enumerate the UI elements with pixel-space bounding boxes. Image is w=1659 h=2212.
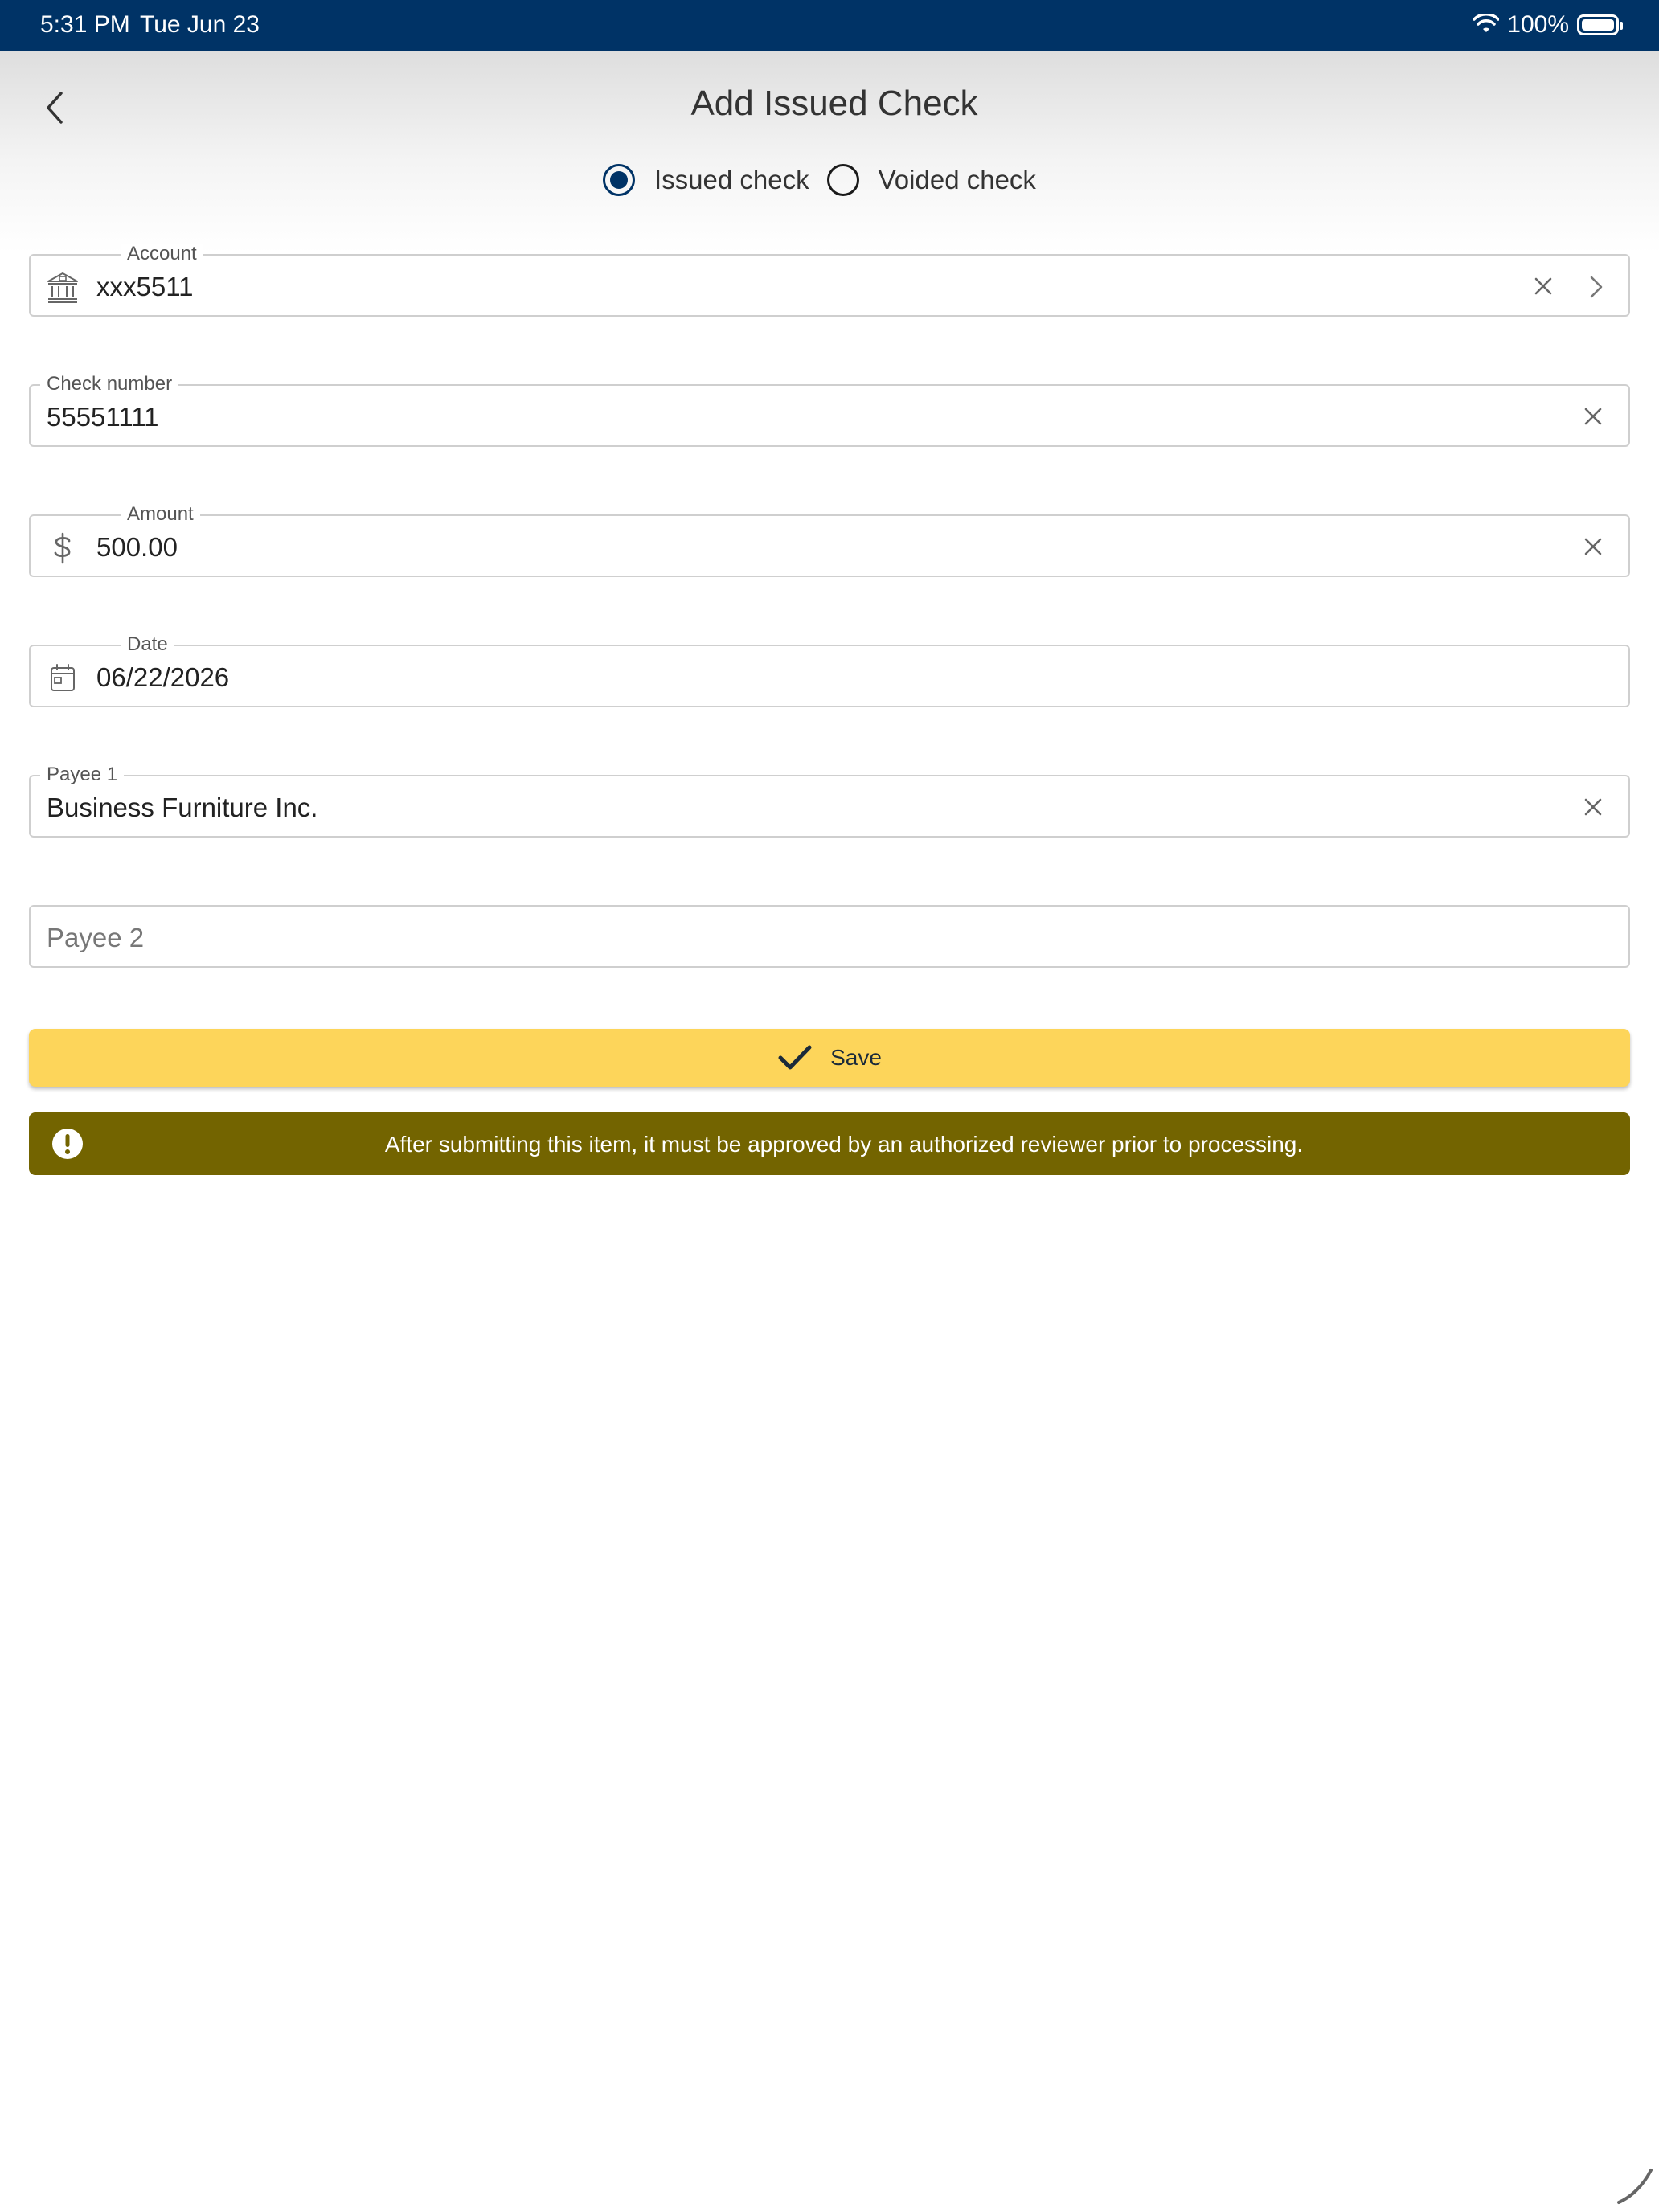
- payee1-value: Business Furniture Inc.: [47, 793, 318, 822]
- check-number-label: Check number: [40, 375, 179, 394]
- clear-check-number-icon[interactable]: [1582, 405, 1604, 428]
- date-label: Date: [121, 635, 174, 654]
- save-label: Save: [830, 1045, 882, 1070]
- payee1-label: Payee 1: [40, 765, 125, 784]
- radio-voided-check[interactable]: Voided check: [826, 164, 1036, 196]
- notice-text: After submitting this item, it must be a…: [384, 1132, 1304, 1157]
- amount-field[interactable]: Amount 500.00: [29, 505, 1630, 577]
- corner-arc-icon: [1617, 2169, 1653, 2204]
- amount-label: Amount: [121, 505, 200, 524]
- check-number-field[interactable]: Check number 55551111: [29, 375, 1630, 447]
- battery-percent: 100%: [1507, 11, 1569, 38]
- clear-amount-icon[interactable]: [1582, 535, 1604, 558]
- chevron-right-icon[interactable]: [1587, 273, 1606, 301]
- radio-unselected-icon: [826, 164, 859, 196]
- date-field[interactable]: Date 06/22/2026: [29, 635, 1630, 707]
- radio-issued-check[interactable]: Issued check: [603, 164, 809, 196]
- battery-icon: [1577, 14, 1623, 35]
- wifi-icon: [1473, 14, 1500, 32]
- page-title: Add Issued Check: [690, 84, 978, 123]
- radio-issued-label: Issued check: [654, 165, 809, 195]
- date-value: 06/22/2026: [96, 662, 230, 692]
- bank-icon: [47, 272, 78, 303]
- amount-value: 500.00: [96, 532, 178, 562]
- account-field[interactable]: Account xxx5511: [29, 244, 1630, 317]
- check-type-radio-group: Issued check Voided check: [603, 164, 1054, 196]
- dollar-icon: [54, 532, 71, 564]
- payee2-placeholder: Payee 2: [47, 923, 145, 952]
- save-button[interactable]: Save: [29, 1029, 1630, 1087]
- account-value: xxx5511: [96, 272, 194, 301]
- check-icon: [778, 1045, 812, 1070]
- status-right: 100%: [1473, 11, 1623, 39]
- payee2-field[interactable]: Payee 2: [29, 905, 1630, 968]
- status-date: Tue Jun 23: [140, 11, 260, 38]
- account-label: Account: [121, 244, 203, 264]
- status-time: 5:31 PM: [40, 11, 130, 38]
- approval-notice: After submitting this item, it must be a…: [29, 1112, 1630, 1175]
- check-number-value: 55551111: [47, 402, 159, 432]
- radio-voided-label: Voided check: [878, 165, 1036, 195]
- status-bar: 5:31 PM Tue Jun 23 100%: [0, 0, 1659, 51]
- calendar-icon: [51, 664, 75, 691]
- clear-payee1-icon[interactable]: [1582, 796, 1604, 818]
- payee1-field[interactable]: Payee 1 Business Furniture Inc.: [29, 765, 1630, 838]
- header: Add Issued Check Issued check Voided che…: [0, 51, 1659, 252]
- radio-selected-icon: [603, 164, 635, 196]
- clear-account-icon[interactable]: [1532, 275, 1555, 297]
